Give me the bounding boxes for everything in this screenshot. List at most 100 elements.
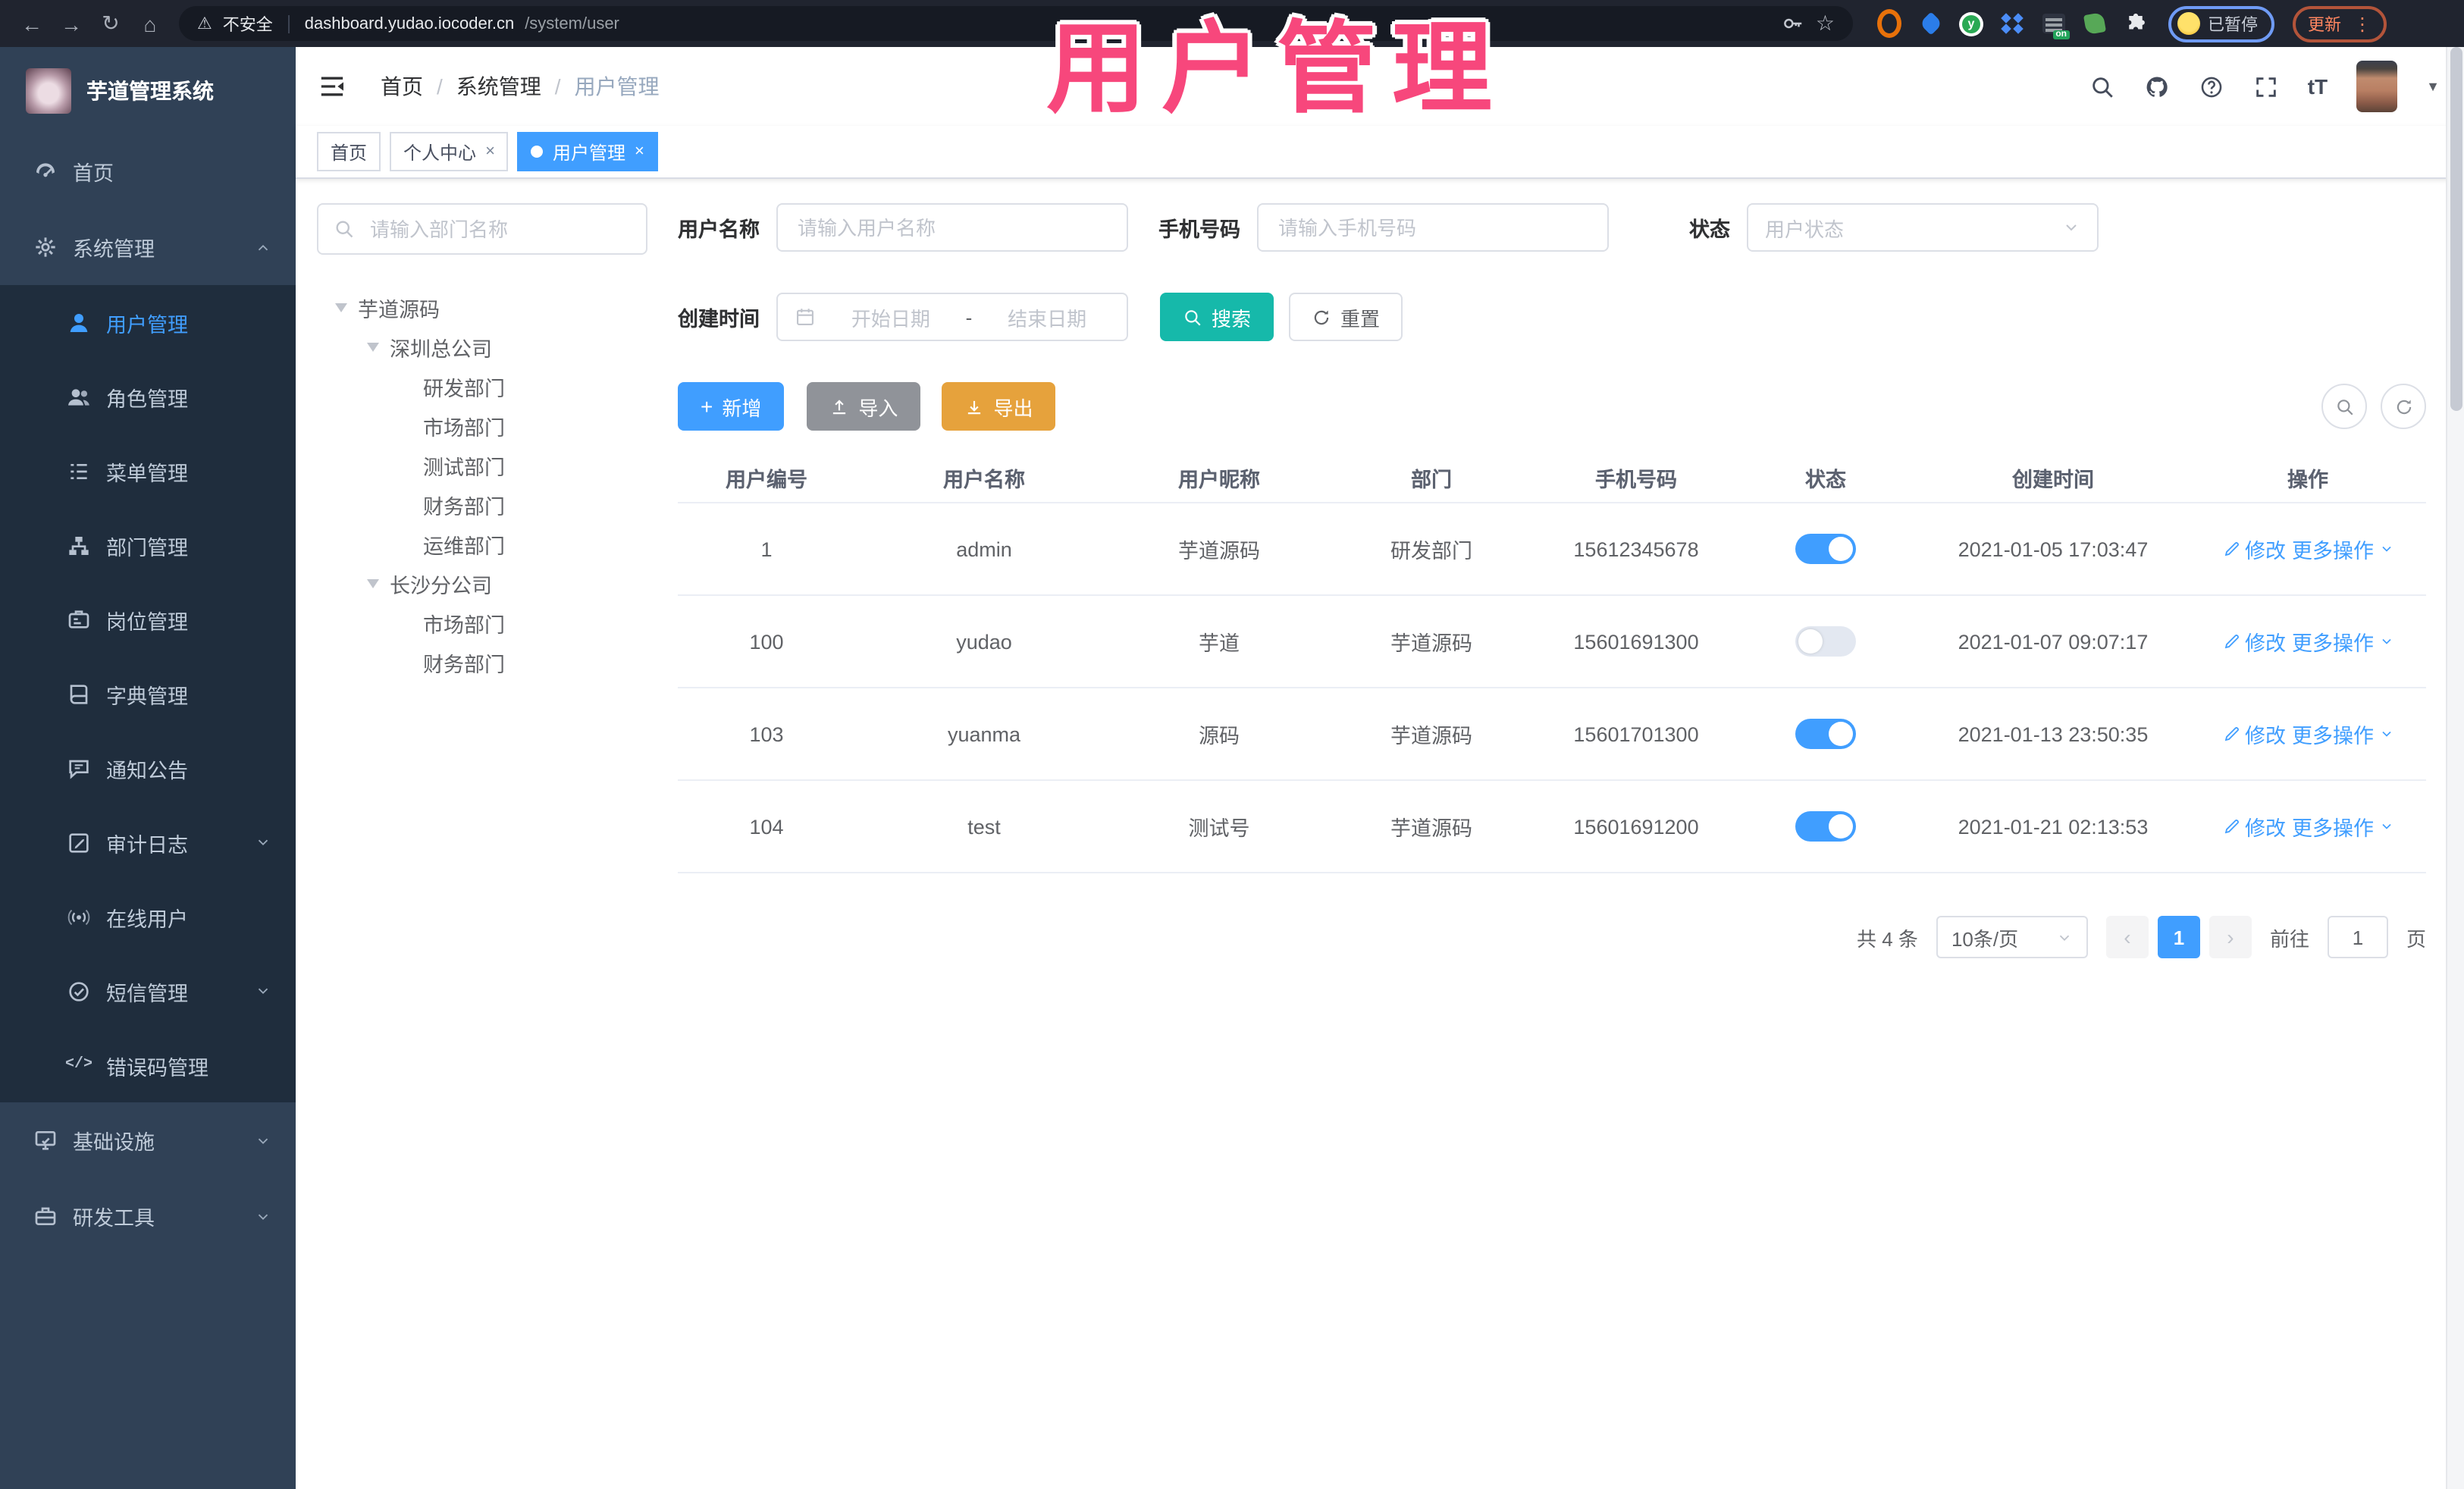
- fullscreen-icon[interactable]: [2253, 74, 2279, 99]
- sidebar-item-audit-log[interactable]: 审计日志: [0, 805, 296, 879]
- sidebar-item-sms-mgmt[interactable]: 短信管理: [0, 954, 296, 1028]
- browser-update-button[interactable]: 更新 ⋮: [2293, 5, 2387, 42]
- tree-expand-caret-icon[interactable]: [367, 579, 379, 588]
- edit-action-link[interactable]: 修改: [2222, 534, 2286, 564]
- status-toggle[interactable]: [1795, 626, 1856, 657]
- date-range-picker[interactable]: 开始日期 - 结束日期: [776, 293, 1128, 341]
- tree-node[interactable]: 财务部门: [317, 485, 647, 525]
- current-page-button[interactable]: 1: [2157, 916, 2200, 958]
- reset-button[interactable]: 重置: [1289, 293, 1403, 341]
- page-scrollbar[interactable]: [2446, 47, 2464, 1489]
- sidebar-item-dev-tools[interactable]: 研发工具: [0, 1178, 296, 1254]
- tree-node[interactable]: 研发部门: [317, 367, 647, 406]
- extension-icon-blue-drop[interactable]: [1918, 11, 1942, 36]
- tree-node[interactable]: 运维部门: [317, 525, 647, 564]
- browser-forward-icon[interactable]: →: [55, 7, 88, 40]
- sidebar-item-dict-mgmt[interactable]: 字典管理: [0, 657, 296, 731]
- username-filter-input[interactable]: [795, 215, 1110, 240]
- address-bar[interactable]: ⚠ 不安全 dashboard.yudao.iocoder.cn/system/…: [179, 6, 1853, 41]
- sidebar-toggle-icon[interactable]: [317, 71, 347, 102]
- sidebar-item-online-users[interactable]: 在线用户: [0, 879, 296, 954]
- avatar-caret-down-icon[interactable]: ▼: [2426, 79, 2440, 94]
- tree-node[interactable]: 深圳总公司: [317, 328, 647, 367]
- browser-home-icon[interactable]: ⌂: [133, 7, 167, 40]
- header-search-icon[interactable]: [2089, 74, 2115, 99]
- extension-icon-list-on-badge[interactable]: on: [2041, 11, 2069, 39]
- tree-expand-caret-icon[interactable]: [335, 303, 347, 312]
- sidebar-item-post-mgmt[interactable]: 岗位管理: [0, 582, 296, 657]
- tree-expand-caret-icon[interactable]: [367, 343, 379, 352]
- github-icon[interactable]: [2144, 74, 2170, 99]
- edit-action-link[interactable]: 修改: [2222, 719, 2286, 749]
- bookmark-star-icon[interactable]: ☆: [1816, 11, 1835, 36]
- divider: [287, 14, 290, 33]
- sidebar-item-user-mgmt[interactable]: 用户管理: [0, 285, 296, 359]
- export-button[interactable]: 导出: [942, 382, 1056, 431]
- sidebar-item-notice[interactable]: 通知公告: [0, 731, 296, 805]
- tree-node[interactable]: 市场部门: [317, 603, 647, 643]
- tree-node[interactable]: 财务部门: [317, 643, 647, 682]
- sidebar-item-infrastructure[interactable]: 基础设施: [0, 1102, 296, 1178]
- key-icon[interactable]: [1782, 12, 1805, 35]
- sidebar-item-menu-mgmt[interactable]: 菜单管理: [0, 434, 296, 508]
- tab-用户管理[interactable]: 用户管理 ×: [517, 132, 658, 171]
- status-toggle[interactable]: [1795, 534, 1856, 564]
- kebab-menu-icon[interactable]: ⋮: [2353, 13, 2372, 34]
- import-button[interactable]: 导入: [807, 382, 921, 431]
- more-actions-link[interactable]: 更多操作: [2292, 534, 2393, 564]
- sidebar-item-label: 系统管理: [73, 238, 155, 261]
- table-row: 104 test 测试号 芋道源码 15601691200 2021-01-21 02:1…: [678, 781, 2426, 873]
- close-icon[interactable]: ×: [485, 143, 495, 161]
- mobile-filter-input[interactable]: [1275, 215, 1591, 240]
- next-page-button[interactable]: ›: [2209, 916, 2252, 958]
- more-actions-link[interactable]: 更多操作: [2292, 719, 2393, 749]
- status-toggle[interactable]: [1795, 719, 1856, 749]
- extension-icon-orange-circle[interactable]: [1877, 9, 1901, 38]
- cell-mobile: 15601691300: [1573, 630, 1699, 653]
- goto-page-input[interactable]: [2327, 916, 2388, 958]
- comment-icon: [65, 756, 92, 780]
- status-toggle[interactable]: [1795, 811, 1856, 842]
- close-icon[interactable]: ×: [635, 143, 644, 161]
- status-filter-select[interactable]: 用户状态: [1747, 203, 2099, 252]
- help-icon[interactable]: [2199, 74, 2224, 99]
- refresh-table-button[interactable]: [2381, 384, 2426, 429]
- browser-back-icon[interactable]: ←: [15, 7, 49, 40]
- extension-icon-green-leaf[interactable]: [2082, 11, 2106, 36]
- tree-node[interactable]: 芋道源码: [317, 288, 647, 328]
- extension-icon-green-y[interactable]: y: [1959, 11, 1983, 36]
- extension-icon-blue-grid[interactable]: [2000, 11, 2024, 36]
- sidebar-item-home[interactable]: 首页: [0, 133, 296, 209]
- add-button[interactable]: + 新增: [678, 382, 785, 431]
- breadcrumb-item[interactable]: 首页: [381, 71, 423, 102]
- sidebar-item-dept-mgmt[interactable]: 部门管理: [0, 508, 296, 582]
- user-avatar[interactable]: [2356, 61, 2398, 112]
- username-filter-box: [776, 203, 1128, 252]
- edit-action-link[interactable]: 修改: [2222, 811, 2286, 842]
- browser-reload-icon[interactable]: ↻: [94, 7, 127, 40]
- tree-node[interactable]: 市场部门: [317, 406, 647, 446]
- toggle-search-button[interactable]: [2321, 384, 2367, 429]
- prev-page-button[interactable]: ‹: [2105, 916, 2149, 958]
- more-actions-link[interactable]: 更多操作: [2292, 626, 2393, 657]
- cell-created-time: 2021-01-05 17:03:47: [1958, 538, 2149, 560]
- sidebar-item-role-mgmt[interactable]: 角色管理: [0, 359, 296, 434]
- tab-个人中心[interactable]: 个人中心 ×: [390, 132, 509, 171]
- tree-node[interactable]: 长沙分公司: [317, 564, 647, 603]
- page-size-select[interactable]: 10条/页: [1936, 916, 2088, 958]
- sidebar-item-errcode-mgmt[interactable]: </> 错误码管理: [0, 1028, 296, 1102]
- search-button[interactable]: 搜索: [1160, 293, 1274, 341]
- breadcrumb-item[interactable]: 系统管理: [456, 71, 541, 102]
- department-search-box[interactable]: [317, 203, 647, 255]
- browser-profile-chip[interactable]: 已暂停: [2168, 5, 2274, 42]
- tree-node[interactable]: 测试部门: [317, 446, 647, 485]
- extension-icon-puzzle[interactable]: [2123, 11, 2147, 36]
- department-search-input[interactable]: [367, 216, 631, 242]
- tab-首页[interactable]: 首页: [317, 132, 381, 171]
- more-actions-link[interactable]: 更多操作: [2292, 811, 2393, 842]
- sidebar-item-system-mgmt[interactable]: 系统管理: [0, 209, 296, 285]
- chevron-down-icon: [2056, 929, 2073, 945]
- edit-action-link[interactable]: 修改: [2222, 626, 2286, 657]
- scrollbar-thumb[interactable]: [2450, 47, 2462, 411]
- font-size-icon[interactable]: tT: [2308, 74, 2328, 99]
